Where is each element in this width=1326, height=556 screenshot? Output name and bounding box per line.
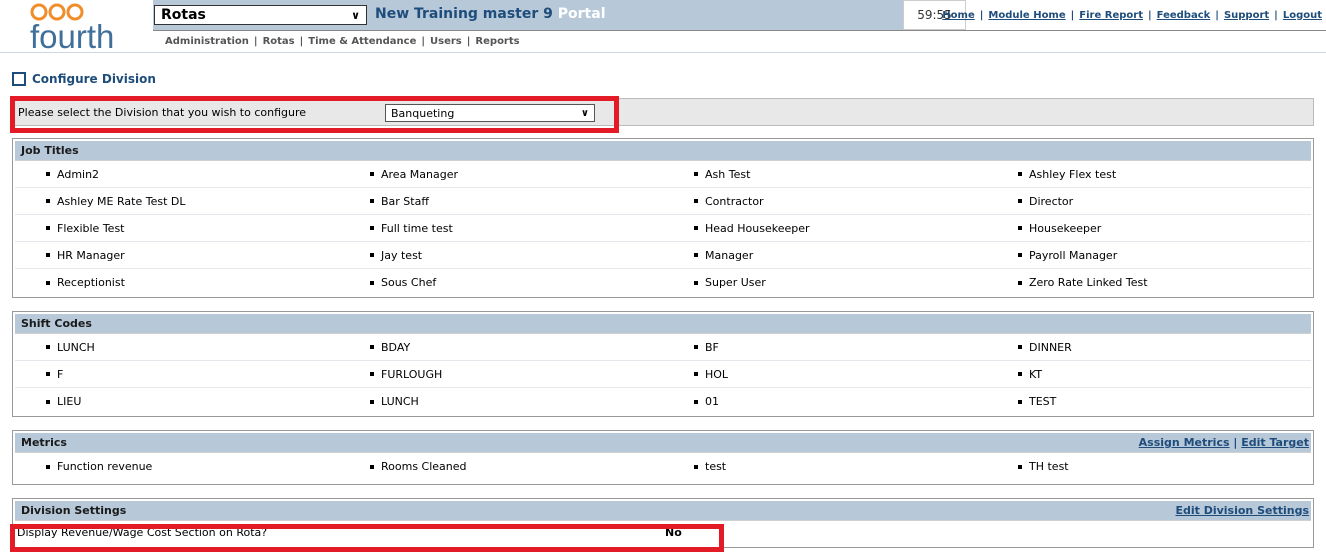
nav-users[interactable]: Users [430, 36, 462, 47]
checkbox-icon[interactable] [12, 72, 26, 86]
support-link[interactable]: Support [1224, 10, 1269, 21]
table-row: Flexible Test Full time test Head Housek… [15, 215, 1311, 242]
table-row: Admin2 Area Manager Ash Test Ashley Flex… [15, 161, 1311, 188]
logo-wordmark: fourth [30, 18, 115, 55]
list-item: test [663, 453, 987, 480]
metrics-header: Metrics Assign Metrics | Edit Target [15, 433, 1311, 453]
list-item: Zero Rate Linked Test [987, 269, 1311, 296]
list-item: Rooms Cleaned [339, 453, 663, 480]
list-item: BDAY [339, 334, 663, 360]
list-item: TEST [987, 388, 1311, 415]
shift-codes-grid: LUNCH BDAY BF DINNER F FURLOUGH HOL KT L… [15, 334, 1311, 415]
list-item: Ash Test [663, 161, 987, 187]
module-select-value: Rotas [161, 7, 206, 23]
division-settings-header: Division Settings Edit Division Settings [15, 501, 1311, 521]
table-row: Receptionist Sous Chef Super User Zero R… [15, 269, 1311, 296]
edit-target-link[interactable]: Edit Target [1241, 436, 1309, 449]
metrics-grid: Function revenue Rooms Cleaned test TH t… [15, 453, 1311, 480]
nav-reports[interactable]: Reports [475, 36, 519, 47]
table-row: Function revenue Rooms Cleaned test TH t… [15, 453, 1311, 480]
list-item: HR Manager [15, 242, 339, 268]
nav-rotas[interactable]: Rotas [263, 36, 295, 47]
home-link[interactable]: Home [942, 10, 974, 21]
list-item: LUNCH [15, 334, 339, 360]
shift-codes-section: Shift Codes LUNCH BDAY BF DINNER F FURLO… [12, 311, 1314, 417]
page-title: Configure Division [32, 72, 156, 86]
logo[interactable]: fourth [0, 0, 153, 55]
list-item: Function revenue [15, 453, 339, 480]
assign-metrics-link[interactable]: Assign Metrics [1139, 436, 1230, 449]
table-row: Ashley ME Rate Test DL Bar Staff Contrac… [15, 188, 1311, 215]
nav-administration[interactable]: Administration [165, 36, 249, 47]
fire-report-link[interactable]: Fire Report [1079, 10, 1143, 21]
table-row: F FURLOUGH HOL KT [15, 361, 1311, 388]
nav-time-attendance[interactable]: Time & Attendance [308, 36, 416, 47]
list-item: BF [663, 334, 987, 360]
feedback-link[interactable]: Feedback [1157, 10, 1211, 21]
list-item: Super User [663, 269, 987, 296]
list-item: FURLOUGH [339, 361, 663, 387]
table-row: LUNCH BDAY BF DINNER [15, 334, 1311, 361]
shift-codes-header: Shift Codes [15, 314, 1311, 334]
list-item: Full time test [339, 215, 663, 241]
list-item: KT [987, 361, 1311, 387]
metrics-section: Metrics Assign Metrics | Edit Target Fun… [12, 430, 1314, 485]
highlight-box-division-select [10, 96, 619, 133]
main-nav: Administration | Rotas | Time & Attendan… [153, 30, 1326, 52]
list-item: Contractor [663, 188, 987, 214]
top-header: fourth Rotas ∨ New Training master 9 Por… [0, 0, 1326, 55]
list-item: Payroll Manager [987, 242, 1311, 268]
job-titles-grid: Admin2 Area Manager Ash Test Ashley Flex… [15, 161, 1311, 296]
list-item: Flexible Test [15, 215, 339, 241]
module-select[interactable]: Rotas ∨ [154, 5, 367, 25]
list-item: Jay test [339, 242, 663, 268]
list-item: Receptionist [15, 269, 339, 296]
top-links: Home | Module Home | Fire Report | Feedb… [942, 0, 1326, 30]
metrics-links: Assign Metrics | Edit Target [1138, 436, 1309, 449]
job-titles-section: Job Titles Admin2 Area Manager Ash Test … [12, 138, 1314, 298]
highlight-box-division-setting [10, 524, 724, 552]
list-item: Bar Staff [339, 188, 663, 214]
list-item: Manager [663, 242, 987, 268]
list-item: Admin2 [15, 161, 339, 187]
job-titles-header: Job Titles [15, 141, 1311, 161]
module-home-link[interactable]: Module Home [988, 10, 1065, 21]
list-item: LIEU [15, 388, 339, 415]
list-item: F [15, 361, 339, 387]
list-item: TH test [987, 453, 1311, 480]
list-item: Housekeeper [987, 215, 1311, 241]
edit-division-settings-link[interactable]: Edit Division Settings [1175, 504, 1309, 517]
list-item: Sous Chef [339, 269, 663, 296]
configure-division-heading: Configure Division [12, 72, 156, 86]
list-item: DINNER [987, 334, 1311, 360]
list-item: LUNCH [339, 388, 663, 415]
header-divider [0, 52, 1326, 53]
logout-link[interactable]: Logout [1283, 10, 1322, 21]
list-item: Head Housekeeper [663, 215, 987, 241]
portal-title: New Training master 9 Portal [375, 6, 606, 22]
list-item: HOL [663, 361, 987, 387]
list-item: Ashley Flex test [987, 161, 1311, 187]
table-row: LIEU LUNCH 01 TEST [15, 388, 1311, 415]
list-item: Director [987, 188, 1311, 214]
chevron-down-icon: ∨ [351, 8, 360, 22]
list-item: Ashley ME Rate Test DL [15, 188, 339, 214]
list-item: 01 [663, 388, 987, 415]
list-item: Area Manager [339, 161, 663, 187]
table-row: HR Manager Jay test Manager Payroll Mana… [15, 242, 1311, 269]
